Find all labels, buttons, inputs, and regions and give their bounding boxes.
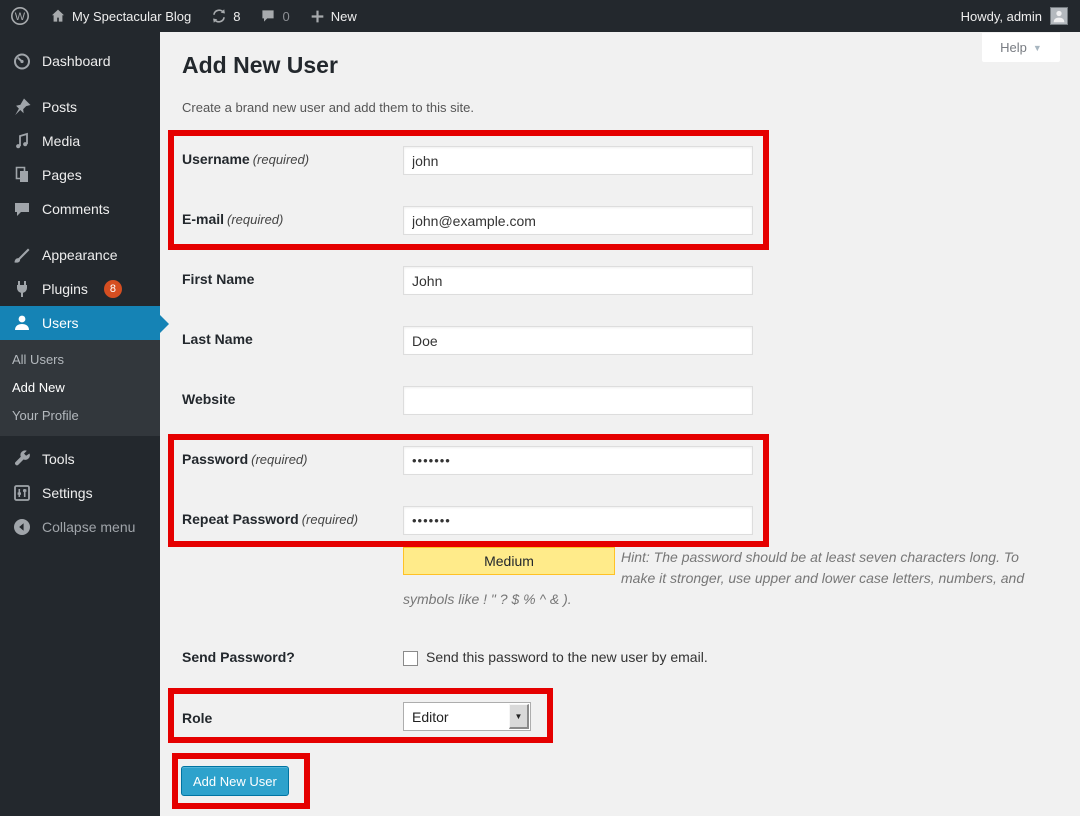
plug-icon [12,279,32,299]
repeat-password-input[interactable] [403,506,753,535]
pages-icon [12,165,32,185]
sidebar-item-comments[interactable]: Comments [0,192,160,226]
send-password-label: Send Password? [182,649,397,665]
send-password-checkbox[interactable] [403,651,418,666]
updates-menu[interactable]: 8 [201,0,250,32]
collapse-menu-button[interactable]: Collapse menu [0,510,160,544]
admin-sidebar: Dashboard Posts Media Pages [0,32,160,816]
sidebar-item-tools[interactable]: Tools [0,442,160,476]
sidebar-item-dashboard[interactable]: Dashboard [0,44,160,78]
comments-icon [12,199,32,219]
help-button[interactable]: Help ▼ [982,33,1060,62]
page-title: Add New User [182,52,338,79]
user-avatar-icon [1051,8,1067,24]
site-name-menu[interactable]: My Spectacular Blog [40,0,201,32]
password-strength-meter: Medium [403,547,615,575]
sidebar-item-add-new[interactable]: Add New [0,374,160,402]
wrench-icon [12,449,32,469]
plugins-update-badge: 8 [104,280,122,298]
sidebar-item-all-users[interactable]: All Users [0,346,160,374]
sidebar-item-users[interactable]: Users [0,306,160,340]
sidebar-item-your-profile[interactable]: Your Profile [0,402,160,430]
sidebar-item-pages[interactable]: Pages [0,158,160,192]
sidebar-item-appearance[interactable]: Appearance [0,238,160,272]
username-label: Username(required) [182,151,397,167]
role-select[interactable]: Editor ▼ [403,702,531,731]
users-icon [12,313,32,333]
howdy-admin-menu[interactable]: Howdy, admin [961,0,1042,32]
add-new-user-button[interactable]: Add New User [181,766,289,796]
svg-text:W: W [15,11,26,23]
page-subtitle: Create a brand new user and add them to … [182,100,474,115]
chevron-down-icon: ▼ [1033,43,1042,53]
last-name-input[interactable] [403,326,753,355]
send-password-checkbox-label: Send this password to the new user by em… [426,649,708,665]
update-count: 8 [233,9,240,24]
updates-icon [211,8,227,24]
admin-bar: W My Spectacular Blog 8 0 New Howdy, adm… [0,0,1080,32]
sidebar-item-settings[interactable]: Settings [0,476,160,510]
website-input[interactable] [403,386,753,415]
website-label: Website [182,391,397,407]
username-input[interactable] [403,146,753,175]
pushpin-icon [12,97,32,117]
wordpress-logo-icon: W [10,6,30,26]
new-content-menu[interactable]: New [300,0,367,32]
media-icon [12,131,32,151]
email-input[interactable] [403,206,753,235]
sidebar-item-plugins[interactable]: Plugins 8 [0,272,160,306]
comment-count: 0 [282,9,289,24]
plus-icon [310,9,325,24]
password-hint-area: Medium Hint: The password should be at l… [403,547,1033,610]
paintbrush-icon [12,245,32,265]
repeat-password-label: Repeat Password(required) [182,511,397,527]
last-name-label: Last Name [182,331,397,347]
first-name-label: First Name [182,271,397,287]
role-select-value: Editor [404,709,509,725]
add-new-user-page: Help ▼ Add New User Create a brand new u… [160,32,1080,816]
site-name: My Spectacular Blog [72,9,191,24]
password-input[interactable] [403,446,753,475]
sidebar-item-media[interactable]: Media [0,124,160,158]
dashboard-icon [12,51,32,71]
email-label: E-mail(required) [182,211,397,227]
current-menu-arrow [160,315,169,333]
sidebar-item-posts[interactable]: Posts [0,90,160,124]
settings-sliders-icon [12,483,32,503]
comments-menu[interactable]: 0 [250,0,299,32]
avatar[interactable] [1050,7,1068,25]
chevron-down-icon: ▼ [515,712,523,721]
role-label: Role [182,710,397,726]
wordpress-logo[interactable]: W [0,0,40,32]
comment-bubble-icon [260,8,276,24]
password-label: Password(required) [182,451,397,467]
home-icon [50,8,66,24]
select-dropdown-button[interactable]: ▼ [509,704,529,729]
new-label: New [331,9,357,24]
first-name-input[interactable] [403,266,753,295]
collapse-arrow-icon [12,517,32,537]
users-submenu: All Users Add New Your Profile [0,340,160,436]
